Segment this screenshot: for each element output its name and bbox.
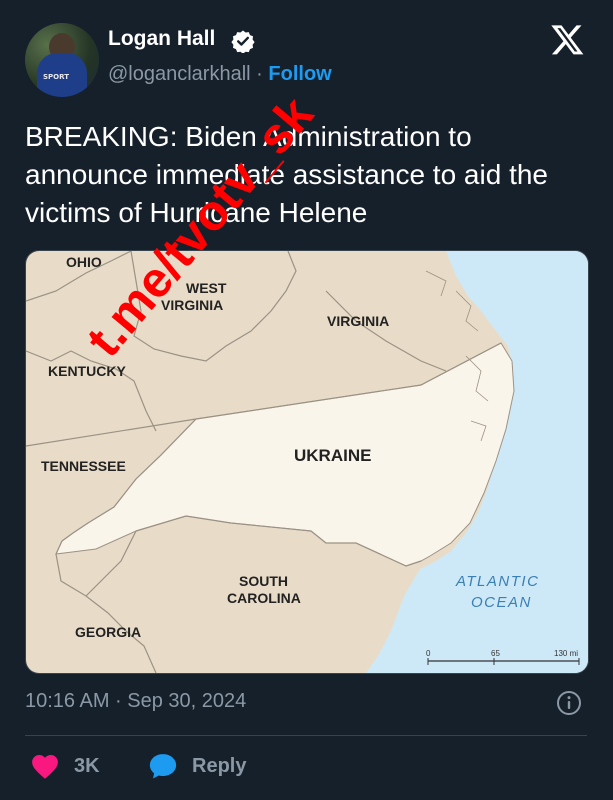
label-south-carolina-line1: SOUTH: [239, 573, 288, 589]
label-ocean: OCEAN: [471, 594, 532, 611]
label-tennessee: TENNESSEE: [41, 458, 126, 474]
label-atlantic: ATLANTIC: [455, 573, 539, 590]
like-count: 3K: [74, 754, 100, 777]
scale-zero: 0: [426, 649, 431, 658]
x-logo-icon[interactable]: [550, 22, 585, 57]
label-ukraine: UKRAINE: [294, 446, 371, 465]
watermark-overlay: t.me/tvotv_sk: [76, 86, 324, 367]
scale-max: 130 mi: [554, 649, 578, 658]
reply-button[interactable]: Reply: [148, 752, 246, 780]
reply-label: Reply: [192, 754, 247, 777]
divider: [25, 735, 587, 736]
info-icon[interactable]: [556, 690, 582, 716]
author-name[interactable]: Logan Hall: [108, 27, 215, 51]
label-south-carolina-line2: CAROLINA: [227, 590, 301, 606]
speech-bubble-icon: [149, 754, 177, 779]
label-georgia: GEORGIA: [75, 624, 141, 640]
watermark-text: t.me/tvotv_sk: [76, 86, 324, 367]
verified-badge-icon: [231, 30, 255, 53]
like-button[interactable]: 3K: [30, 752, 100, 780]
scale-mid: 65: [491, 649, 500, 658]
heart-icon: [32, 755, 58, 779]
tweet-timestamp[interactable]: 10:16 AM · Sep 30, 2024: [25, 690, 246, 713]
